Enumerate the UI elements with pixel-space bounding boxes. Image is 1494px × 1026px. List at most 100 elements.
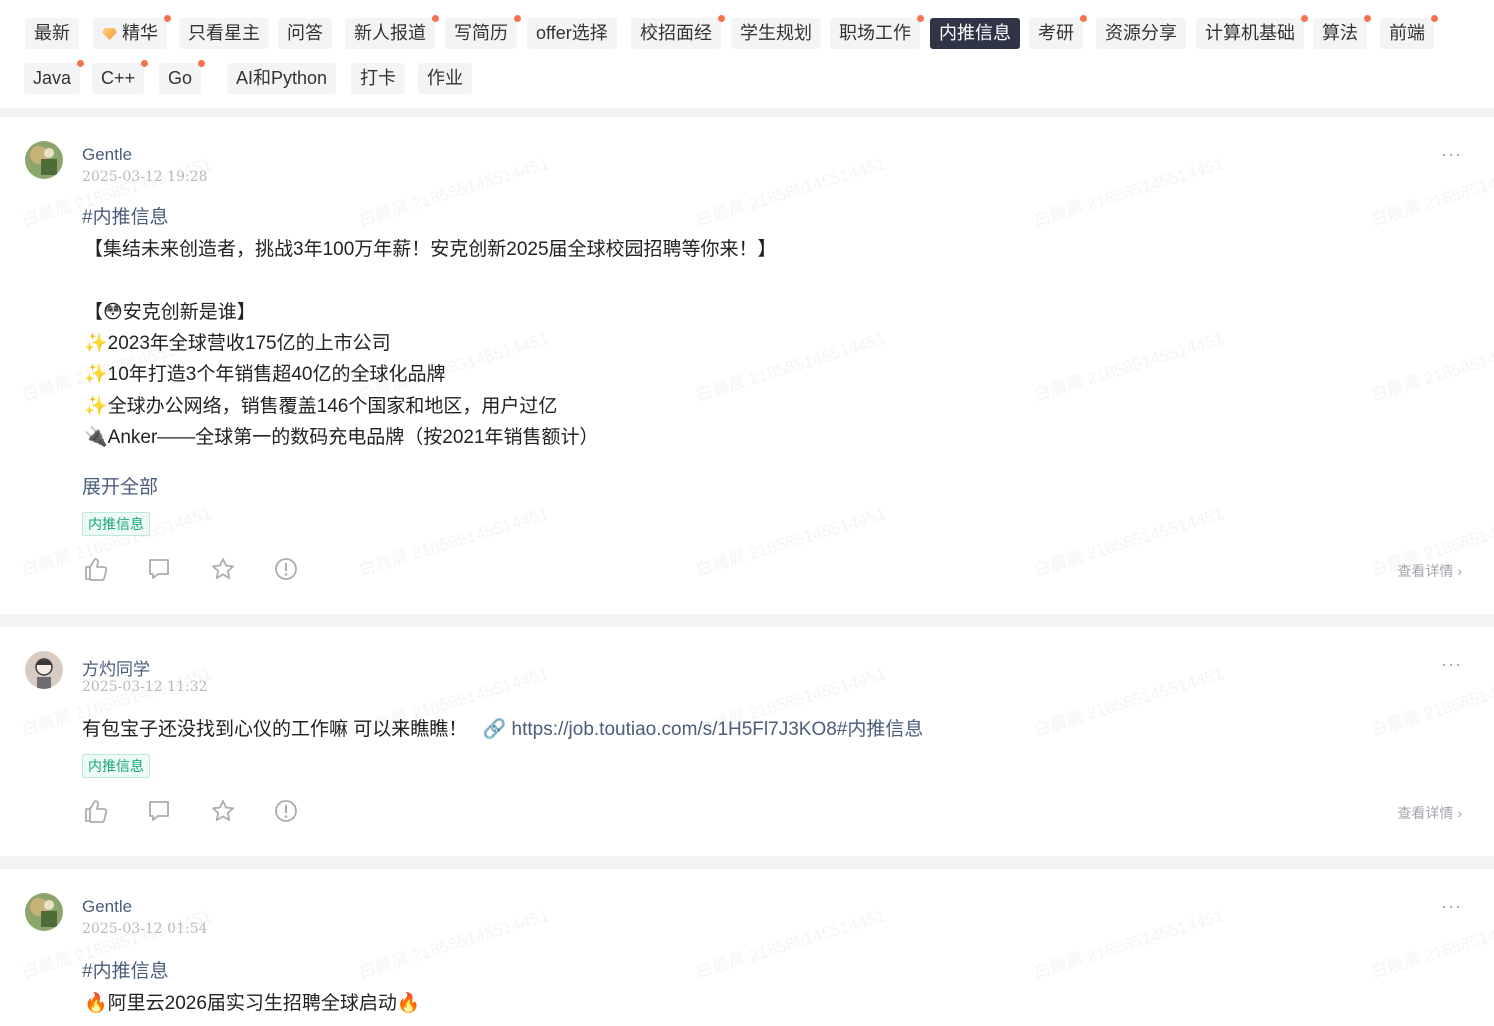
category-tag-bar: 最新 精华 只看星主 问答 新人报道 写简历 offer选择 校招面经 学生规划…	[0, 0, 1494, 108]
tab-label: 新人报道	[354, 23, 426, 43]
post-text-line: ✨全球办公网络，销售覆盖146个国家和地区，用户过亿	[84, 396, 558, 417]
tab-qa[interactable]: 问答	[278, 18, 332, 49]
watermark: 白晨晨 218585145514451	[692, 901, 888, 983]
watermark: 白晨晨 218585145514451	[692, 324, 888, 406]
tab-cs-basics[interactable]: 计算机基础	[1196, 15, 1308, 49]
more-options-icon[interactable]: ···	[1441, 144, 1462, 165]
tab-label: 资源分享	[1105, 23, 1177, 43]
link-icon: 🔗	[482, 719, 507, 740]
tab-label: 最新	[34, 23, 70, 43]
gem-icon	[102, 28, 117, 40]
unread-dot	[1080, 15, 1087, 22]
post-card: 白晨晨 218585145514451 白晨晨 218585145514451 …	[0, 869, 1494, 1026]
post-time: 2025-03-12 19:28	[82, 169, 208, 185]
post-text-line: 🔥阿里云2026届实习生招聘全球启动🔥	[84, 993, 421, 1014]
tab-label: AI和Python	[236, 68, 328, 88]
unread-dot	[1364, 15, 1371, 22]
tab-label: 校招面经	[640, 23, 712, 43]
post-time: 2025-03-12 11:32	[82, 679, 208, 695]
unread-dot	[1431, 15, 1438, 22]
comment-icon[interactable]	[146, 798, 172, 824]
tab-label: 只看星主	[188, 23, 260, 43]
more-options-icon[interactable]: ···	[1441, 896, 1462, 917]
tab-workplace[interactable]: 职场工作	[830, 15, 924, 49]
tab-newcomer[interactable]: 新人报道	[345, 15, 439, 49]
post-time: 2025-03-12 01:54	[82, 921, 208, 937]
watermark: 白晨晨 218585145514451	[1367, 149, 1494, 231]
hashtag-link[interactable]: #内推信息	[82, 202, 169, 229]
tab-label: 前端	[1389, 23, 1425, 43]
tab-label: 问答	[287, 23, 323, 43]
view-details-link[interactable]: 查看详情 ›	[1397, 803, 1462, 823]
watermark: 白晨晨 218585145514451	[1367, 324, 1494, 406]
tab-java[interactable]: Java	[24, 60, 85, 94]
tab-owner-only[interactable]: 只看星主	[179, 18, 269, 49]
tab-label: C++	[101, 68, 136, 88]
avatar[interactable]	[25, 893, 63, 931]
author-name[interactable]: Gentle	[82, 897, 132, 917]
tab-frontend[interactable]: 前端	[1380, 15, 1438, 49]
report-icon[interactable]	[273, 556, 299, 582]
topic-tag[interactable]: 内推信息	[82, 754, 150, 778]
tab-label: 算法	[1322, 23, 1358, 43]
tab-checkin[interactable]: 打卡	[351, 63, 405, 94]
tab-label: 考研	[1038, 23, 1074, 43]
post-text-line: 【集结未来创造者，挑战3年100万年薪！安克创新2025届全球校园招聘等你来！】	[84, 239, 777, 260]
tab-resume[interactable]: 写简历	[445, 15, 521, 49]
tab-resources[interactable]: 资源分享	[1096, 18, 1186, 49]
tab-referral[interactable]: 内推信息	[930, 18, 1020, 49]
post-text-line: 【😳安克创新是谁】	[84, 302, 256, 323]
watermark: 白晨晨 218585145514451	[1030, 149, 1226, 231]
tab-featured[interactable]: 精华	[93, 15, 171, 49]
view-details-link[interactable]: 查看详情 ›	[1397, 561, 1462, 581]
post-text-line: ✨10年打造3个年销售超40亿的全球化品牌	[84, 364, 446, 385]
tab-label: 学生规划	[740, 23, 812, 43]
watermark: 白晨晨 218585145514451	[1367, 901, 1494, 983]
topic-tag[interactable]: 内推信息	[82, 512, 150, 536]
post-card: 白晨晨 218585145514451 白晨晨 218585145514451 …	[0, 117, 1494, 614]
author-name[interactable]: Gentle	[82, 145, 132, 165]
tab-offer[interactable]: offer选择	[527, 18, 617, 49]
tab-cpp[interactable]: C++	[92, 60, 149, 94]
unread-dot	[77, 60, 85, 67]
tab-algorithm[interactable]: 算法	[1313, 15, 1371, 49]
tab-label: Java	[33, 68, 72, 88]
author-name[interactable]: 方灼同学	[82, 655, 150, 680]
post-text-line: ✨2023年全球营收175亿的上市公司	[84, 333, 391, 354]
tab-interview[interactable]: 校招面经	[631, 15, 725, 49]
tab-homework[interactable]: 作业	[418, 63, 472, 94]
star-icon[interactable]	[210, 798, 236, 824]
comment-icon[interactable]	[146, 556, 172, 582]
tab-label: 职场工作	[839, 23, 911, 43]
tab-label: 打卡	[360, 68, 396, 88]
star-icon[interactable]	[210, 556, 236, 582]
watermark: 白晨晨 218585145514451	[1030, 499, 1226, 581]
expand-all-link[interactable]: 展开全部	[82, 472, 158, 499]
more-options-icon[interactable]: ···	[1441, 654, 1462, 675]
avatar[interactable]	[25, 651, 63, 689]
hashtag-link[interactable]: #内推信息	[82, 956, 169, 983]
like-icon[interactable]	[83, 798, 109, 824]
chevron-right-icon: ›	[1457, 805, 1462, 821]
watermark: 白晨晨 218585145514451	[355, 499, 551, 581]
like-icon[interactable]	[83, 556, 109, 582]
tab-latest[interactable]: 最新	[25, 18, 79, 49]
unread-dot	[1301, 15, 1308, 22]
post-text-line: 🔌Anker——全球第一的数码充电品牌（按2021年销售额计）	[84, 427, 599, 448]
unread-dot	[164, 15, 171, 22]
tab-student-plan[interactable]: 学生规划	[731, 18, 821, 49]
tab-ai-python[interactable]: AI和Python	[227, 63, 337, 94]
watermark: 白晨晨 218585145514451	[1367, 659, 1494, 741]
tab-postgrad[interactable]: 考研	[1029, 15, 1087, 49]
tab-label: 计算机基础	[1205, 23, 1295, 43]
report-icon[interactable]	[273, 798, 299, 824]
unread-dot	[141, 60, 149, 67]
unread-dot	[432, 15, 439, 22]
tab-go[interactable]: Go	[159, 60, 206, 94]
avatar[interactable]	[25, 141, 63, 179]
job-link[interactable]: https://job.toutiao.com/s/1H5Fl7J3KO8#内推…	[512, 719, 924, 740]
unread-dot	[917, 15, 924, 22]
tab-label: 写简历	[454, 23, 508, 43]
watermark: 白晨晨 218585145514451	[355, 149, 551, 231]
watermark: 白晨晨 218585145514451	[692, 149, 888, 231]
